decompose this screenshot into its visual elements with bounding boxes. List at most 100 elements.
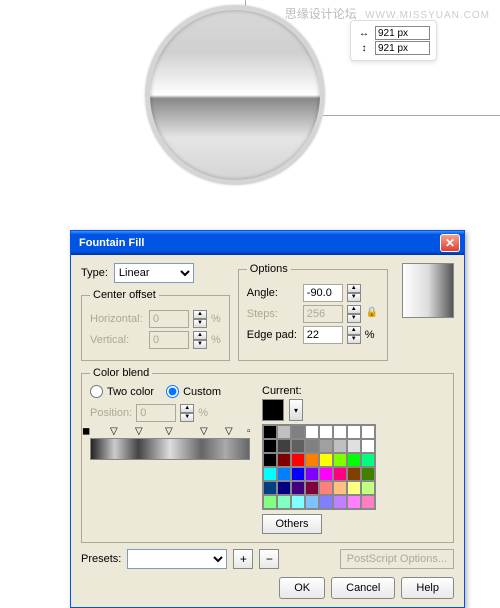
color-swatch[interactable] <box>333 439 347 453</box>
color-swatch[interactable] <box>361 467 375 481</box>
color-swatch[interactable] <box>361 481 375 495</box>
gradient-preview[interactable] <box>402 263 454 318</box>
color-swatch[interactable] <box>319 425 333 439</box>
color-swatch[interactable] <box>347 495 361 509</box>
spin-up[interactable]: ▲ <box>347 284 361 293</box>
color-swatch[interactable] <box>305 439 319 453</box>
spin-up: ▲ <box>193 310 207 319</box>
spin-up: ▲ <box>193 331 207 340</box>
color-swatch[interactable] <box>277 481 291 495</box>
color-swatch[interactable] <box>305 467 319 481</box>
spin-down: ▼ <box>193 319 207 328</box>
color-swatch[interactable] <box>347 467 361 481</box>
color-swatch[interactable] <box>277 467 291 481</box>
marker[interactable]: ▽ <box>135 426 145 436</box>
color-swatch[interactable] <box>305 453 319 467</box>
gradient-markers[interactable]: ◼ ▽ ▽ ▽ ▽ ▽ ▫ <box>90 426 250 438</box>
circle-object[interactable] <box>145 5 325 185</box>
gradient-strip[interactable] <box>90 438 250 460</box>
options-legend: Options <box>247 263 291 275</box>
color-swatch[interactable] <box>319 453 333 467</box>
color-swatch[interactable] <box>263 467 277 481</box>
edgepad-label: Edge pad: <box>247 329 299 341</box>
color-swatch[interactable] <box>361 453 375 467</box>
color-swatch[interactable] <box>319 495 333 509</box>
guide-line-h <box>323 115 500 116</box>
width-input[interactable] <box>375 26 430 40</box>
color-swatch[interactable] <box>361 425 375 439</box>
steps-label: Steps: <box>247 308 299 320</box>
color-swatch[interactable] <box>319 439 333 453</box>
color-swatch[interactable] <box>305 425 319 439</box>
color-swatch[interactable] <box>263 481 277 495</box>
type-select[interactable]: Linear <box>114 263 194 283</box>
color-swatch[interactable] <box>291 453 305 467</box>
color-swatch[interactable] <box>347 425 361 439</box>
horizontal-input <box>149 310 189 328</box>
color-swatch[interactable] <box>277 495 291 509</box>
two-color-radio[interactable] <box>90 385 103 398</box>
color-swatch[interactable] <box>333 481 347 495</box>
edgepad-input[interactable] <box>303 326 343 344</box>
color-swatch[interactable] <box>291 467 305 481</box>
color-swatch[interactable] <box>347 453 361 467</box>
ok-button[interactable]: OK <box>279 577 325 599</box>
cancel-button[interactable]: Cancel <box>331 577 395 599</box>
spin-up[interactable]: ▲ <box>347 326 361 335</box>
color-swatch[interactable] <box>361 439 375 453</box>
color-swatch[interactable] <box>263 453 277 467</box>
picker-dropdown[interactable]: ▾ <box>289 399 303 421</box>
presets-select[interactable] <box>127 549 227 569</box>
spin-down[interactable]: ▼ <box>347 293 361 302</box>
spin-down: ▼ <box>193 340 207 349</box>
color-swatch[interactable] <box>347 481 361 495</box>
marker[interactable]: ▽ <box>225 426 235 436</box>
height-input[interactable] <box>375 41 430 55</box>
color-swatch[interactable] <box>291 481 305 495</box>
marker-start[interactable]: ◼ <box>82 426 92 436</box>
horizontal-label: Horizontal: <box>90 313 145 325</box>
dimension-tooltip: ↔ ↕ <box>350 20 437 61</box>
options-group: Options Angle: ▲▼ Steps: ▲▼ 🔒 Edge pad: … <box>238 263 388 361</box>
color-swatch[interactable] <box>333 453 347 467</box>
color-swatch[interactable] <box>263 425 277 439</box>
color-swatch[interactable] <box>305 481 319 495</box>
color-swatch[interactable] <box>333 467 347 481</box>
custom-radio[interactable] <box>166 385 179 398</box>
marker[interactable]: ▽ <box>110 426 120 436</box>
color-swatch[interactable] <box>347 439 361 453</box>
marker[interactable]: ▽ <box>165 426 175 436</box>
color-swatch[interactable] <box>291 425 305 439</box>
spin-down[interactable]: ▼ <box>347 335 361 344</box>
others-button[interactable]: Others <box>262 514 322 534</box>
current-swatch[interactable] <box>262 399 284 421</box>
color-swatch[interactable] <box>291 495 305 509</box>
color-swatch[interactable] <box>263 439 277 453</box>
titlebar[interactable]: Fountain Fill ✕ <box>71 231 464 255</box>
position-label: Position: <box>90 407 132 419</box>
color-swatch[interactable] <box>277 425 291 439</box>
fountain-fill-dialog: Fountain Fill ✕ Type: Linear Center offs… <box>70 230 465 608</box>
add-preset-button[interactable]: + <box>233 549 253 569</box>
remove-preset-button[interactable]: − <box>259 549 279 569</box>
color-swatch[interactable] <box>305 495 319 509</box>
color-swatch[interactable] <box>333 425 347 439</box>
color-blend-group: Color blend Two color Custom <box>81 367 454 543</box>
dialog-title: Fountain Fill <box>79 237 144 249</box>
color-swatch[interactable] <box>361 495 375 509</box>
marker[interactable]: ▽ <box>200 426 210 436</box>
color-swatch[interactable] <box>319 467 333 481</box>
spin-down: ▼ <box>180 413 194 422</box>
color-swatch[interactable] <box>277 439 291 453</box>
color-swatch[interactable] <box>319 481 333 495</box>
color-swatch[interactable] <box>263 495 277 509</box>
close-button[interactable]: ✕ <box>440 234 460 252</box>
help-button[interactable]: Help <box>401 577 454 599</box>
color-swatch[interactable] <box>291 439 305 453</box>
lock-icon[interactable]: 🔒 <box>365 307 379 321</box>
center-offset-group: Center offset Horizontal: ▲▼ % Vertical:… <box>81 289 230 361</box>
color-swatch[interactable] <box>333 495 347 509</box>
color-swatch[interactable] <box>277 453 291 467</box>
marker-end[interactable]: ▫ <box>247 426 257 436</box>
angle-input[interactable] <box>303 284 343 302</box>
